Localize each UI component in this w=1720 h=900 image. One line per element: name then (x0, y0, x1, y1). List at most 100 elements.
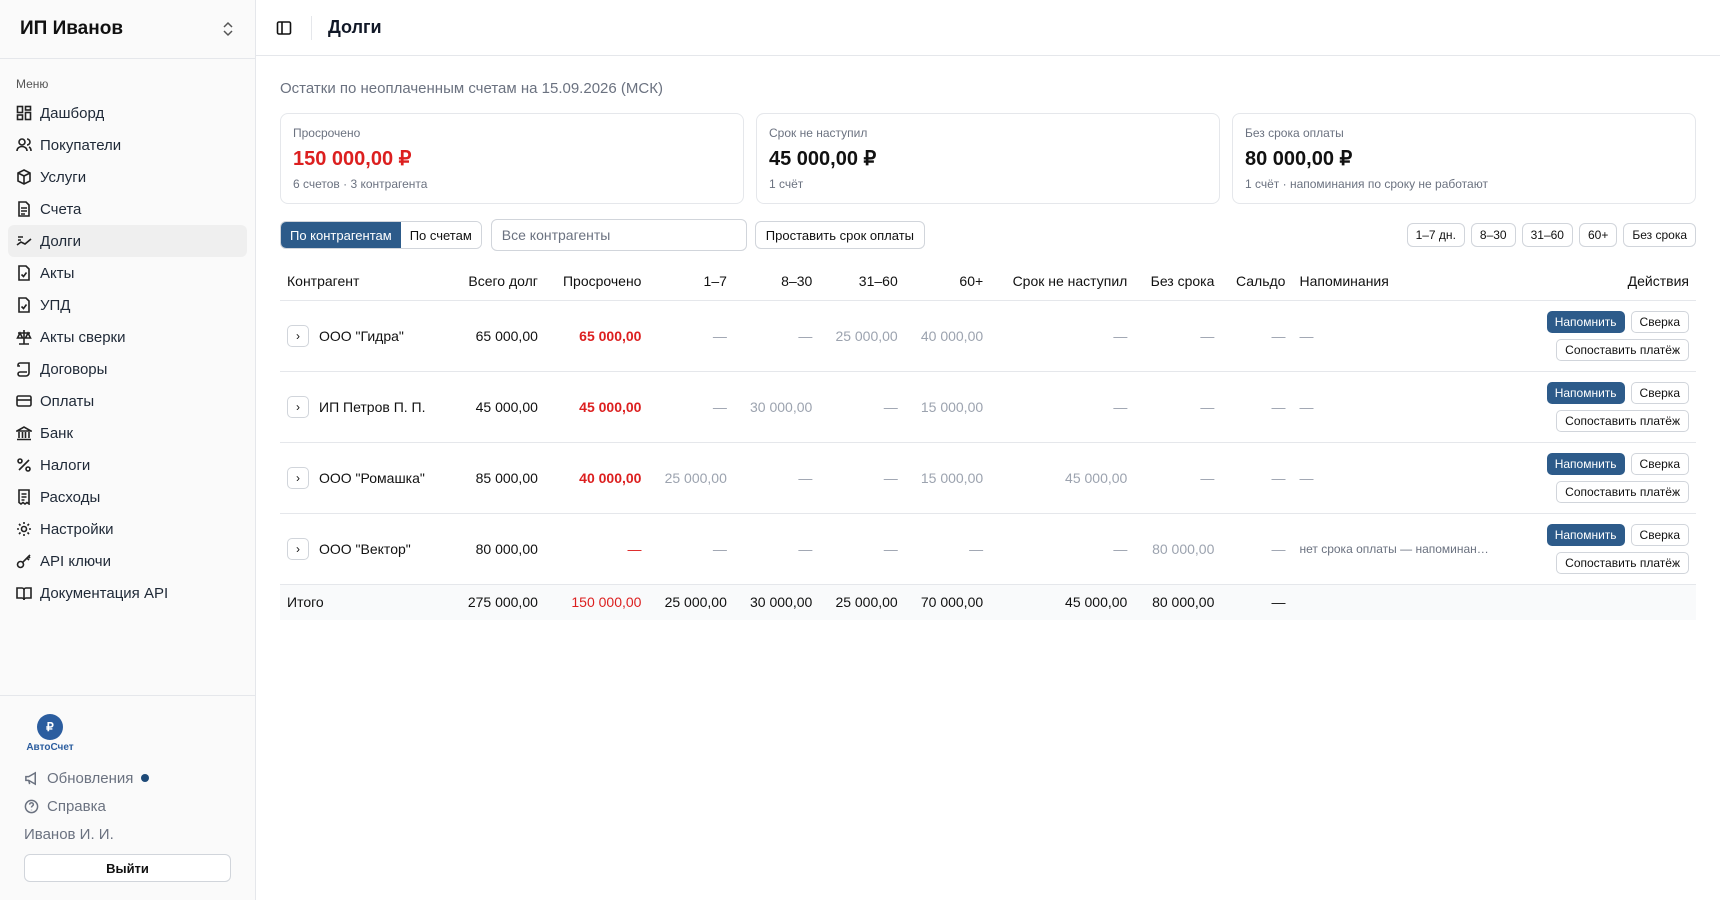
sidebar-item-label: Банк (40, 424, 74, 442)
sidebar-item-upd[interactable]: УПД (8, 289, 247, 321)
action-row: Напомнить Сверка (1546, 523, 1689, 546)
not-due-cell: 45 000,00 (990, 584, 1135, 620)
sidebar-item-invoices[interactable]: Счета (8, 193, 247, 225)
aging-31-60-cell: 25 000,00 (819, 584, 905, 620)
card-icon (16, 395, 32, 407)
aging-8-30-cell: — (733, 442, 820, 514)
counterparty-name: ООО "Ромашка" (319, 469, 425, 486)
chip-1-7[interactable]: 1–7 дн. (1406, 223, 1465, 247)
counterparty-filter-input[interactable]: Все контрагенты (490, 219, 747, 251)
actions-cell: Напомнить Сверка Сопоставить платёж (1520, 371, 1696, 443)
chip-no-term[interactable]: Без срока (1623, 223, 1696, 247)
reconcile-button[interactable]: Сверка (1630, 381, 1689, 404)
sidebar-toggle-button[interactable] (256, 15, 312, 40)
aging-60-cell: 15 000,00 (904, 442, 991, 514)
scroll-icon (17, 362, 30, 377)
sidebar-item-services[interactable]: Услуги (8, 161, 247, 193)
aging-filter-chips: 1–7 дн. 8–30 31–60 60+ Без срока (1406, 223, 1696, 247)
sidebar-item-label: Оплаты (40, 392, 95, 410)
updates-link[interactable]: Обновления (24, 764, 231, 792)
sidebar-item-bank[interactable]: Банк (8, 417, 247, 449)
megaphone-icon (25, 771, 36, 785)
overdue-cell: — (544, 513, 649, 585)
chip-31-60[interactable]: 31–60 (1521, 223, 1573, 247)
reconcile-button[interactable]: Сверка (1630, 452, 1689, 475)
not-due-cell: — (990, 513, 1135, 585)
match-payment-button[interactable]: Сопоставить платёж (1556, 409, 1689, 432)
sidebar-item-api-docs[interactable]: Документация API (8, 577, 247, 609)
aging-8-30-cell: — (733, 513, 820, 585)
sidebar-item-label: Счета (40, 200, 82, 218)
dashboard-icon (16, 105, 32, 121)
reconcile-button[interactable]: Сверка (1630, 310, 1689, 333)
card-value: 45 000,00 ₽ (769, 148, 877, 170)
org-name: ИП Иванов (20, 18, 124, 39)
sidebar-item-dashboard[interactable]: Дашборд (8, 97, 247, 129)
sidebar-item-label: Налоги (40, 456, 91, 474)
no-term-cell: — (1134, 371, 1222, 443)
sidebar-item-acts[interactable]: Акты (8, 257, 247, 289)
total-row: Итого 275 000,00 150 000,00 25 000,00 30… (280, 584, 1696, 620)
sidebar-item-label: Расходы (40, 488, 101, 506)
balance-cell: — (1221, 513, 1293, 585)
remind-button[interactable]: Напомнить (1546, 310, 1625, 333)
no-term-cell: — (1134, 442, 1222, 514)
sidebar-item-settings[interactable]: Настройки (8, 513, 247, 545)
total-cell: 85 000,00 (450, 442, 545, 514)
bank-icon (16, 426, 32, 441)
card-no-term: Без срока оплаты 80 000,00 ₽ 1 счёт · на… (1232, 113, 1696, 204)
logo-text: АвтоСчет (26, 742, 74, 753)
row-actions: Напомнить Сверка Сопоставить платёж (1528, 523, 1689, 574)
sidebar-item-customers[interactable]: Покупатели (8, 129, 247, 161)
sidebar-item-taxes[interactable]: Налоги (8, 449, 247, 481)
tab-by-counterparty[interactable]: По контрагентам (281, 222, 401, 248)
set-due-date-button[interactable]: Проставить срок оплаты (754, 221, 925, 249)
receipt-icon (18, 489, 30, 505)
aging-31-60-cell: 25 000,00 (819, 300, 905, 372)
expand-row-button[interactable]: › (287, 324, 309, 347)
no-term-cell: 80 000,00 (1134, 584, 1222, 620)
match-payment-button[interactable]: Сопоставить платёж (1556, 551, 1689, 574)
expand-row-button[interactable]: › (287, 537, 309, 560)
expand-row-button[interactable]: › (287, 466, 309, 489)
card-label: Срок не наступил (769, 126, 868, 140)
match-payment-button[interactable]: Сопоставить платёж (1556, 338, 1689, 361)
chip-8-30[interactable]: 8–30 (1470, 223, 1516, 247)
sidebar-item-label: Документация API (40, 584, 169, 602)
total-label: Итого (280, 584, 451, 620)
sidebar-item-api-keys[interactable]: API ключи (8, 545, 247, 577)
logout-button[interactable]: Выйти (24, 854, 231, 882)
sidebar-item-label: Акты сверки (40, 328, 126, 346)
table-row: › ООО "Гидра" 65 000,00 65 000,00 — — 25 … (280, 300, 1696, 372)
help-circle-icon (24, 799, 39, 813)
aging-60-cell: — (904, 513, 991, 585)
sidebar-item-payments[interactable]: Оплаты (8, 385, 247, 417)
table-row: › ООО "Вектор" 80 000,00 — — — — — — 80 0… (280, 513, 1696, 585)
tab-by-invoice[interactable]: По счетам (400, 222, 481, 248)
logo: ₽ АвтоСчет (24, 714, 76, 754)
help-link[interactable]: Справка (24, 792, 231, 820)
page-title: Долги (328, 17, 382, 37)
org-switcher[interactable]: ИП Иванов (0, 0, 255, 59)
reconcile-button[interactable]: Сверка (1630, 523, 1689, 546)
remind-button[interactable]: Напомнить (1546, 381, 1625, 404)
remind-button[interactable]: Напомнить (1546, 452, 1625, 475)
sidebar-item-expenses[interactable]: Расходы (8, 481, 247, 513)
sidebar-item-reconciliation[interactable]: Акты сверки (8, 321, 247, 353)
remind-button[interactable]: Напомнить (1546, 523, 1625, 546)
sidebar-item-debts[interactable]: Долги (8, 225, 247, 257)
balance-cell: — (1221, 584, 1293, 620)
match-payment-button[interactable]: Сопоставить платёж (1556, 480, 1689, 503)
debts-table: Контрагент Всего долг Просрочено 1–7 8–3… (280, 262, 1696, 620)
sidebar-item-contracts[interactable]: Договоры (8, 353, 247, 385)
sidebar-item-label: Услуги (40, 168, 87, 186)
expand-row-button[interactable]: › (287, 395, 309, 418)
aging-60-cell: 15 000,00 (904, 371, 991, 443)
scale-icon (16, 330, 32, 345)
gear-icon (17, 522, 31, 536)
not-due-cell: — (990, 371, 1135, 443)
chip-60-plus[interactable]: 60+ (1578, 223, 1618, 247)
name-cell: › ООО "Гидра" (287, 324, 444, 347)
card-value: 80 000,00 ₽ (1245, 148, 1353, 170)
name-cell: › ООО "Ромашка" (287, 466, 444, 489)
